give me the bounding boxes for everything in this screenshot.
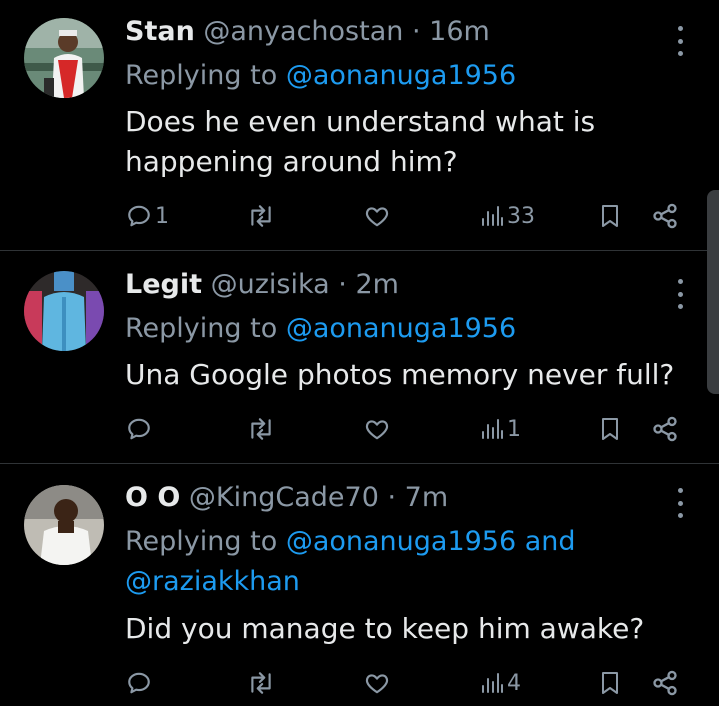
tweet-header: O O @KingCade70 · 7m: [125, 480, 448, 516]
tweet-header: Legit @uzisika · 2m: [125, 267, 399, 303]
bookmark-button[interactable]: [598, 411, 622, 447]
display-name[interactable]: Stan: [125, 16, 195, 47]
repost-icon: [251, 205, 271, 227]
more-vertical-icon[interactable]: [670, 488, 690, 518]
and-label: and: [524, 526, 576, 557]
tweet-1[interactable]: Stan @anyachostan · 16m Replying to @aon…: [0, 0, 719, 250]
action-bar: 1 33: [0, 198, 719, 234]
timestamp[interactable]: 7m: [405, 482, 448, 513]
mention-link[interactable]: @aonanuga1956: [286, 60, 516, 91]
action-bar: 4: [0, 665, 719, 701]
avatar-legit[interactable]: [24, 271, 104, 351]
bookmark-button[interactable]: [598, 665, 622, 701]
avatar-stan[interactable]: [24, 18, 104, 98]
reply-button[interactable]: [126, 665, 155, 701]
tweet-text: Did you manage to keep him awake?: [125, 612, 645, 645]
share-icon: [653, 203, 677, 229]
tweet-text: Does he even understand what is happenin…: [125, 105, 596, 178]
heart-icon: [365, 207, 389, 227]
tweet-3[interactable]: O O @KingCade70 · 7m Replying to @aonanu…: [0, 464, 719, 706]
replying-to: Replying to @aonanuga1956 and @raziakkha…: [125, 522, 685, 602]
action-bar: 1: [0, 411, 719, 447]
mention-link-2[interactable]: @raziakkhan: [125, 566, 300, 597]
more-vertical-icon[interactable]: [670, 279, 690, 309]
separator-dot: ·: [338, 269, 347, 300]
replying-to: Replying to @aonanuga1956: [125, 309, 516, 349]
reply-count: 1: [155, 203, 169, 229]
repost-icon: [251, 672, 271, 694]
timestamp[interactable]: 2m: [355, 269, 398, 300]
reply-icon: [128, 205, 150, 227]
tweet-text: Una Google photos memory never full?: [125, 358, 675, 391]
reply-button[interactable]: [126, 411, 155, 447]
replying-to-label: Replying to: [125, 313, 278, 344]
tweet-header: Stan @anyachostan · 16m: [125, 14, 490, 50]
replying-to-label: Replying to: [125, 60, 278, 91]
repost-button[interactable]: [247, 411, 278, 447]
bookmark-icon: [602, 418, 618, 440]
share-icon: [653, 670, 677, 696]
repost-icon: [251, 418, 271, 440]
repost-button[interactable]: [247, 665, 278, 701]
separator-dot: ·: [411, 16, 421, 47]
views-button[interactable]: 33: [480, 198, 535, 234]
display-name[interactable]: O O: [125, 482, 180, 513]
scrollbar[interactable]: [707, 190, 719, 394]
more-vertical-icon[interactable]: [670, 26, 690, 56]
replying-to-label: Replying to: [125, 526, 278, 557]
reply-icon: [128, 418, 150, 440]
views-count: 4: [507, 670, 521, 696]
user-handle[interactable]: @anyachostan: [203, 16, 403, 47]
reply-button[interactable]: 1: [126, 198, 169, 234]
timestamp[interactable]: 16m: [429, 16, 490, 47]
mention-link[interactable]: @aonanuga1956: [286, 526, 516, 557]
bookmark-icon: [602, 672, 618, 694]
user-handle[interactable]: @KingCade70: [189, 482, 379, 513]
share-icon: [653, 416, 677, 442]
share-button[interactable]: [651, 411, 679, 447]
repost-button[interactable]: [247, 198, 278, 234]
share-button[interactable]: [651, 665, 679, 701]
user-handle[interactable]: @uzisika: [211, 269, 330, 300]
views-count: 33: [507, 203, 535, 229]
separator-dot: ·: [387, 482, 397, 513]
views-icon: [482, 206, 503, 226]
avatar-oo[interactable]: [24, 485, 104, 565]
like-button[interactable]: [363, 665, 394, 701]
reply-icon: [128, 672, 150, 694]
like-button[interactable]: [363, 411, 394, 447]
views-icon: [482, 419, 503, 439]
views-count: 1: [507, 416, 521, 442]
views-button[interactable]: 4: [480, 665, 521, 701]
share-button[interactable]: [651, 198, 679, 234]
display-name[interactable]: Legit: [125, 269, 202, 300]
mention-link[interactable]: @aonanuga1956: [286, 313, 516, 344]
replying-to: Replying to @aonanuga1956: [125, 56, 516, 96]
heart-icon: [365, 674, 389, 694]
heart-icon: [365, 420, 389, 440]
bookmark-icon: [602, 205, 618, 227]
tweet-2[interactable]: Legit @uzisika · 2m Replying to @aonanug…: [0, 251, 719, 463]
views-button[interactable]: 1: [480, 411, 521, 447]
views-icon: [482, 673, 503, 693]
bookmark-button[interactable]: [598, 198, 622, 234]
like-button[interactable]: [363, 198, 394, 234]
